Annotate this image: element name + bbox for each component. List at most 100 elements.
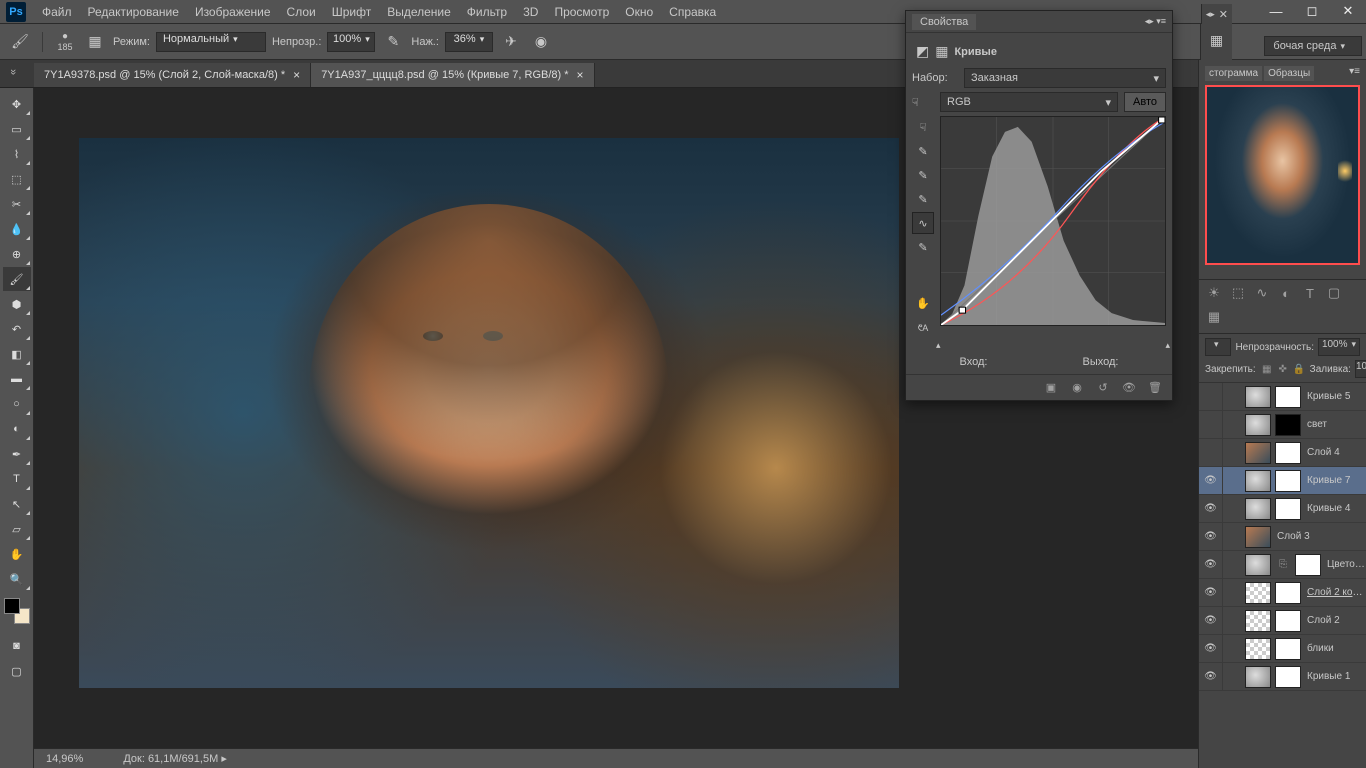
type-tool[interactable]: T [3, 467, 31, 491]
layer-row[interactable]: 👁 Кривые 4 [1199, 495, 1366, 523]
document-tab-1[interactable]: 7Y1A9378.psd @ 15% (Слой 2, Слой-маска/8… [34, 63, 311, 87]
input-slider[interactable]: ▴ ▴ [940, 340, 1166, 350]
brush-preset-picker[interactable]: ● 185 [53, 30, 77, 54]
pen-tool[interactable]: ✒ [3, 442, 31, 466]
path-select-tool[interactable]: ↖ [3, 492, 31, 516]
eraser-tool[interactable]: ◧ [3, 342, 31, 366]
layer-mask-thumb[interactable] [1275, 638, 1301, 660]
layer-mask-thumb[interactable] [1275, 386, 1301, 408]
view-previous-icon[interactable]: ◉ [1068, 379, 1086, 397]
brush-tool[interactable]: 🖌 [3, 267, 31, 291]
menu-layer[interactable]: Слои [279, 5, 324, 19]
blend-mode-select[interactable]: Нормальный [156, 32, 266, 52]
layer-name[interactable]: блики [1303, 643, 1366, 654]
move-tool[interactable]: ✥ [3, 92, 31, 116]
gradient-tool[interactable]: ▬ [3, 367, 31, 391]
menu-window[interactable]: Окно [617, 5, 661, 19]
delete-adj-icon[interactable]: 🗑 [1146, 379, 1164, 397]
shape-tool[interactable]: ▱ [3, 517, 31, 541]
layer-visibility-toggle[interactable]: 👁 [1199, 663, 1223, 690]
close-panel-icon[interactable]: ✕ [1219, 8, 1228, 21]
navigator-preview[interactable] [1205, 85, 1360, 265]
healing-tool[interactable]: ⊕ [3, 242, 31, 266]
brush-panel-toggle[interactable]: ▦ [83, 30, 107, 54]
panel-collapse-icon[interactable]: ◂▸ ▾≡ [1145, 16, 1166, 27]
swatches-tab[interactable]: Образцы [1264, 66, 1314, 81]
layer-row[interactable]: 👁 ⎘ Цветовой тон/Насыщенность 1 ко... [1199, 551, 1366, 579]
layer-thumb[interactable] [1245, 414, 1271, 436]
eyedropper-tool[interactable]: 💧 [3, 217, 31, 241]
menu-filter[interactable]: Фильтр [459, 5, 515, 19]
history-brush-tool[interactable]: ↶ [3, 317, 31, 341]
foreground-color-swatch[interactable] [4, 598, 20, 614]
layer-name[interactable]: Кривые 4 [1303, 503, 1366, 514]
layer-row[interactable]: Кривые 5 [1199, 383, 1366, 411]
menu-type[interactable]: Шрифт [324, 5, 379, 19]
hand-tool[interactable]: ✋ [3, 542, 31, 566]
layer-name[interactable]: свет [1303, 419, 1366, 430]
channel-select[interactable]: RGB▾ [940, 92, 1118, 112]
collapse-arrows-icon[interactable]: ◂▸ [1206, 9, 1215, 20]
layer-visibility-toggle[interactable]: 👁 [1199, 579, 1223, 606]
more-icon[interactable]: ▦ [1205, 308, 1223, 326]
layer-visibility-toggle[interactable]: 👁 [1199, 495, 1223, 522]
layer-row[interactable]: Слой 4 [1199, 439, 1366, 467]
gray-sampler-icon[interactable]: ✎ [912, 164, 934, 186]
exposure-icon[interactable]: ◐ [1277, 284, 1295, 302]
layer-name[interactable]: Кривые 5 [1303, 391, 1366, 402]
shape-icon[interactable]: ▢ [1325, 284, 1343, 302]
workspace-select[interactable]: бочая среда [1264, 36, 1362, 56]
document-canvas[interactable] [79, 138, 899, 688]
layer-visibility-toggle[interactable] [1199, 383, 1223, 410]
quickmask-toggle[interactable]: ◙ [3, 634, 31, 658]
layer-thumb[interactable] [1245, 386, 1271, 408]
lock-pixels-icon[interactable]: ▦ [1260, 362, 1274, 376]
menu-select[interactable]: Выделение [379, 5, 459, 19]
layer-mask-thumb[interactable] [1295, 554, 1321, 576]
black-sampler-icon[interactable]: ✎ [912, 188, 934, 210]
reset-icon[interactable]: ↺ [1094, 379, 1112, 397]
menu-help[interactable]: Справка [661, 5, 724, 19]
curves-graph[interactable] [940, 116, 1166, 326]
layer-opacity-input[interactable]: 100% [1318, 338, 1360, 356]
layer-row[interactable]: 👁 Кривые 1 [1199, 663, 1366, 691]
close-tab-icon[interactable]: × [577, 68, 584, 82]
layer-mask-thumb[interactable] [1275, 582, 1301, 604]
lock-position-icon[interactable]: ✜ [1276, 362, 1290, 376]
on-image-tool[interactable]: ☟ [912, 116, 934, 138]
airbrush-icon[interactable]: ✈ [499, 30, 523, 54]
quick-select-tool[interactable]: ⬚ [3, 167, 31, 191]
lasso-tool[interactable]: ⌇ [3, 142, 31, 166]
layer-mask-thumb[interactable] [1275, 498, 1301, 520]
layer-thumb[interactable] [1245, 470, 1271, 492]
layer-row[interactable]: 👁 Слой 3 [1199, 523, 1366, 551]
history-panel-icon[interactable]: ▦ [1205, 28, 1229, 52]
color-swatches[interactable] [4, 598, 30, 624]
layer-name[interactable]: Цветовой тон/Насыщенность 1 ко... [1323, 559, 1366, 570]
layer-mask-thumb[interactable] [1275, 470, 1301, 492]
opacity-input[interactable]: 100% [327, 32, 375, 52]
menu-file[interactable]: Файл [34, 5, 80, 19]
layer-visibility-toggle[interactable]: 👁 [1199, 467, 1223, 494]
layer-name[interactable]: Слой 2 [1303, 615, 1366, 626]
brightness-icon[interactable]: ☀ [1205, 284, 1223, 302]
window-minimize-button[interactable]: — [1258, 0, 1294, 22]
edit-points-icon[interactable]: ∿ [912, 212, 934, 234]
layer-visibility-toggle[interactable] [1199, 439, 1223, 466]
layer-thumb[interactable] [1245, 554, 1271, 576]
layer-row[interactable]: 👁 Слой 2 [1199, 607, 1366, 635]
layer-thumb[interactable] [1245, 582, 1271, 604]
fill-input[interactable]: 100% [1355, 360, 1366, 378]
layer-name[interactable]: Кривые 1 [1303, 671, 1366, 682]
layer-mask-thumb[interactable] [1275, 666, 1301, 688]
close-tab-icon[interactable]: × [293, 68, 300, 82]
text-tool-icon[interactable]: ᱖A [912, 316, 934, 338]
doc-size[interactable]: Док: 61,1M/691,5M ▸ [123, 752, 227, 765]
layer-row[interactable]: 👁 блики [1199, 635, 1366, 663]
zoom-level[interactable]: 14,96% [46, 753, 83, 765]
layer-visibility-toggle[interactable]: 👁 [1199, 551, 1223, 578]
stamp-tool[interactable]: ⬢ [3, 292, 31, 316]
layer-thumb[interactable] [1245, 498, 1271, 520]
layer-visibility-toggle[interactable]: 👁 [1199, 635, 1223, 662]
menu-3d[interactable]: 3D [515, 5, 546, 19]
